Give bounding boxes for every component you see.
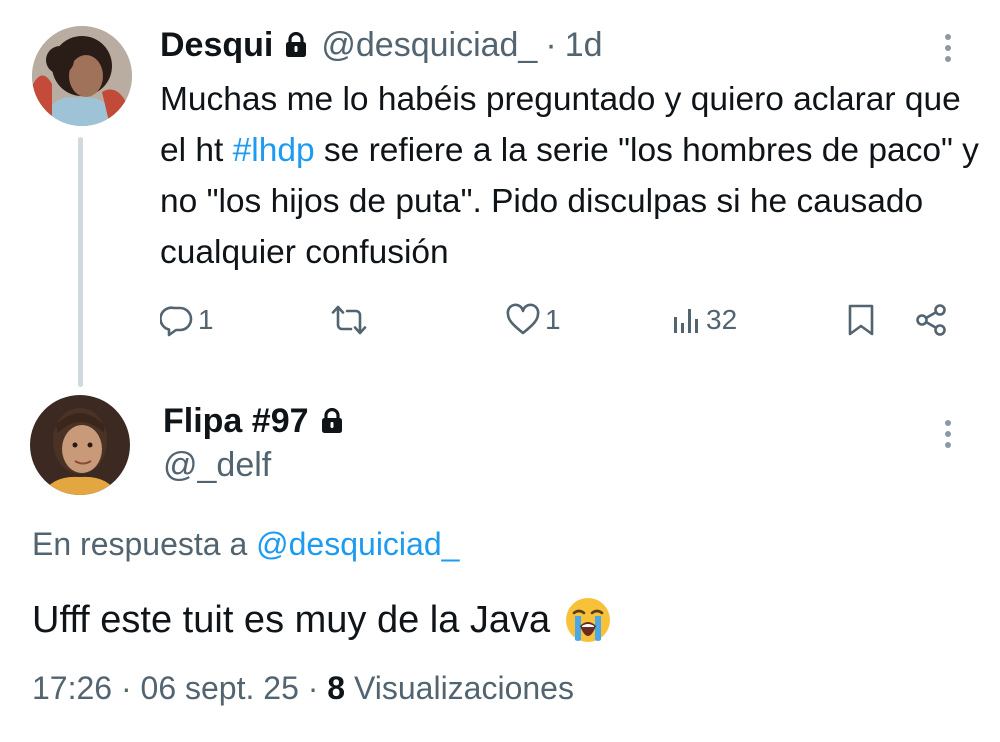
tweet-text: Muchas me lo habéis preguntado y quiero …: [160, 74, 980, 278]
avatar-desqui[interactable]: [32, 26, 132, 126]
avatar-flipa[interactable]: [30, 395, 130, 495]
reply-user-handle[interactable]: @_delf: [163, 446, 271, 485]
retweet-button[interactable]: [330, 300, 372, 340]
display-name[interactable]: Desqui: [160, 26, 273, 65]
reply-tweet-text: Ufff este tuit es muy de la Java: [32, 596, 612, 644]
share-button[interactable]: [914, 300, 948, 340]
parent-tweet-header: Desqui @desquiciad_ · 1d: [160, 22, 603, 68]
in-reply-mention-link[interactable]: @desquiciad_: [256, 526, 459, 562]
user-handle[interactable]: @desquiciad_: [321, 26, 537, 65]
heart-icon: [505, 303, 541, 337]
hashtag-link[interactable]: #lhdp: [233, 132, 315, 169]
lock-icon: [285, 32, 307, 58]
reply-icon: [160, 303, 194, 337]
bookmark-button[interactable]: [846, 300, 876, 340]
views-label[interactable]: Visualizaciones: [354, 670, 574, 706]
separator-dot: ·: [545, 25, 557, 64]
like-button[interactable]: 1: [505, 300, 561, 340]
retweet-icon: [330, 303, 368, 337]
reply-text: Ufff este tuit es muy de la Java: [32, 598, 551, 641]
like-count: 1: [545, 304, 561, 335]
reply-display-name[interactable]: Flipa #97: [163, 402, 309, 441]
lock-icon: [321, 408, 343, 434]
views-count: 32: [706, 304, 738, 335]
bookmark-icon: [846, 303, 876, 337]
tweet-time[interactable]: 17:26: [32, 670, 112, 706]
reply-author-row: Flipa #97: [163, 398, 357, 444]
views-number: 8: [327, 670, 346, 706]
in-reply-to: En respuesta a @desquiciad_: [32, 526, 459, 563]
tweet-metadata: 17:26 · 06 sept. 25 · 8 Visualizaciones: [32, 670, 574, 707]
in-reply-prefix: En respuesta a: [32, 526, 257, 562]
reply-button[interactable]: 1: [160, 300, 214, 340]
loudly-crying-face-icon: [564, 596, 612, 644]
more-options-icon[interactable]: [944, 420, 952, 453]
views-icon: [672, 303, 702, 337]
more-options-icon[interactable]: [944, 34, 952, 67]
thread-connector-line: [78, 137, 83, 387]
tweet-date[interactable]: 06 sept. 25: [141, 670, 299, 706]
separator-dot: ·: [307, 670, 319, 706]
tweet-timestamp[interactable]: 1d: [565, 26, 603, 65]
reply-count: 1: [198, 304, 214, 335]
share-icon: [914, 303, 948, 337]
separator-dot: ·: [120, 670, 132, 706]
views-button[interactable]: 32: [672, 300, 737, 340]
